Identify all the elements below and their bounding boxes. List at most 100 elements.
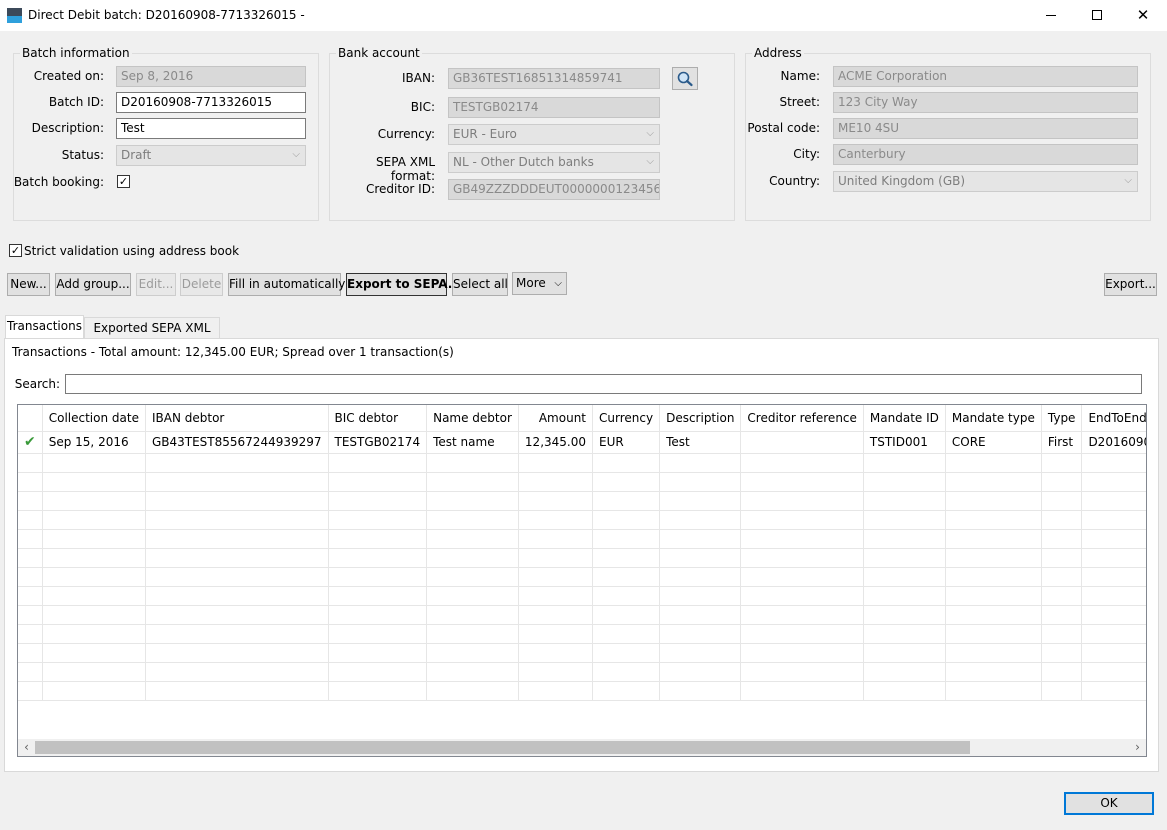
column-header[interactable]: Currency — [592, 405, 661, 432]
empty-cell — [1081, 605, 1146, 625]
empty-cell — [518, 624, 594, 644]
delete-button[interactable]: Delete — [180, 273, 223, 296]
empty-cell — [328, 586, 428, 606]
empty-cell — [426, 567, 519, 587]
empty-cell — [740, 548, 864, 568]
column-header[interactable]: Mandate type — [945, 405, 1042, 432]
empty-cell — [1081, 643, 1146, 663]
empty-cell — [42, 491, 146, 511]
scroll-right-icon[interactable]: › — [1129, 740, 1146, 755]
currency-label: Currency: — [377, 127, 435, 141]
tab-transactions[interactable]: Transactions — [5, 315, 84, 339]
column-header[interactable]: Type — [1041, 405, 1083, 432]
horizontal-scrollbar[interactable]: ‹ › — [18, 739, 1146, 756]
empty-cell — [863, 548, 946, 568]
empty-cell — [426, 491, 519, 511]
empty-table-row — [18, 529, 1146, 549]
empty-cell — [592, 529, 661, 549]
empty-cell — [328, 548, 428, 568]
lookup-button[interactable] — [672, 67, 698, 90]
close-button[interactable]: ✕ — [1120, 0, 1166, 31]
empty-cell — [145, 567, 329, 587]
empty-cell — [740, 586, 864, 606]
empty-cell — [659, 681, 742, 701]
add-group-button[interactable]: Add group... — [55, 273, 131, 296]
column-header[interactable]: IBAN debtor — [145, 405, 329, 432]
table-cell: D20160908-7713326015-8244342 — [1081, 431, 1146, 454]
city-label: City: — [793, 147, 820, 161]
batch-id-field[interactable]: D20160908-7713326015 — [116, 92, 306, 113]
table-cell: EUR — [592, 431, 661, 454]
empty-cell — [1041, 529, 1083, 549]
select-all-button[interactable]: Select all — [452, 273, 508, 296]
empty-cell — [426, 624, 519, 644]
empty-cell — [740, 510, 864, 530]
empty-cell — [518, 453, 594, 473]
description-field[interactable]: Test — [116, 118, 306, 139]
column-header[interactable]: Creditor reference — [740, 405, 864, 432]
empty-table-row — [18, 624, 1146, 644]
empty-cell — [145, 681, 329, 701]
empty-cell — [592, 643, 661, 663]
sepa-format-select: NL - Other Dutch banks ⌵ — [448, 152, 660, 173]
empty-cell — [1081, 472, 1146, 492]
column-header[interactable]: Name debtor — [426, 405, 519, 432]
empty-cell — [1041, 586, 1083, 606]
empty-cell — [42, 681, 146, 701]
ok-button[interactable]: OK — [1064, 792, 1154, 815]
sepa-format-value: NL - Other Dutch banks — [453, 155, 594, 169]
empty-cell — [145, 548, 329, 568]
empty-cell — [145, 510, 329, 530]
empty-cell — [659, 548, 742, 568]
country-label: Country: — [769, 174, 820, 188]
empty-cell — [592, 624, 661, 644]
table-row[interactable]: ✔ Sep 15, 2016 GB43TEST85567244939297 TE… — [18, 431, 1146, 454]
minimize-button[interactable] — [1028, 0, 1074, 31]
empty-cell — [945, 472, 1042, 492]
empty-cell — [518, 643, 594, 663]
column-header[interactable]: Description — [659, 405, 742, 432]
column-header[interactable]: EndToEndId — [1081, 405, 1146, 432]
scroll-thumb[interactable] — [35, 741, 970, 754]
fill-automatically-button[interactable]: Fill in automatically — [228, 273, 345, 296]
empty-cell — [945, 548, 1042, 568]
empty-table-row — [18, 453, 1146, 473]
column-header[interactable]: Amount — [518, 405, 594, 432]
created-on-label: Created on: — [33, 69, 104, 83]
empty-cell — [145, 624, 329, 644]
column-header[interactable]: Collection date — [42, 405, 146, 432]
empty-cell — [945, 453, 1042, 473]
table-cell: TESTGB02174 — [328, 431, 428, 454]
scroll-left-icon[interactable]: ‹ — [18, 740, 35, 755]
country-select: United Kingdom (GB) ⌵ — [833, 171, 1138, 192]
strict-validation-checkbox[interactable]: ✓ — [9, 244, 22, 257]
empty-cell — [592, 472, 661, 492]
batch-booking-checkbox[interactable]: ✓ — [117, 175, 130, 188]
empty-cell — [145, 491, 329, 511]
chevron-down-icon: ⌵ — [646, 156, 654, 167]
empty-table-row — [18, 681, 1146, 701]
more-button[interactable]: More ⌵ — [512, 272, 567, 295]
new-button[interactable]: New... — [7, 273, 50, 296]
empty-cell — [18, 605, 43, 625]
export-button[interactable]: Export... — [1104, 273, 1157, 296]
column-header[interactable] — [18, 405, 43, 432]
empty-cell — [863, 567, 946, 587]
column-header[interactable]: Mandate ID — [863, 405, 946, 432]
export-sepa-button[interactable]: Export to SEPA... — [346, 273, 461, 296]
empty-cell — [1041, 453, 1083, 473]
empty-cell — [426, 472, 519, 492]
empty-cell — [518, 567, 594, 587]
tab-exported-files[interactable]: Exported SEPA XML files — [84, 317, 220, 355]
table-header-row: Collection date IBAN debtor BIC debtor N… — [18, 405, 1146, 432]
column-header[interactable]: BIC debtor — [328, 405, 428, 432]
empty-cell — [592, 586, 661, 606]
currency-select: EUR - Euro ⌵ — [448, 124, 660, 145]
edit-button[interactable]: Edit... — [136, 273, 176, 296]
search-label: Search: — [14, 377, 60, 391]
empty-cell — [145, 453, 329, 473]
empty-table-row — [18, 472, 1146, 492]
search-input[interactable] — [65, 374, 1142, 394]
empty-cell — [945, 491, 1042, 511]
maximize-button[interactable] — [1074, 0, 1120, 31]
